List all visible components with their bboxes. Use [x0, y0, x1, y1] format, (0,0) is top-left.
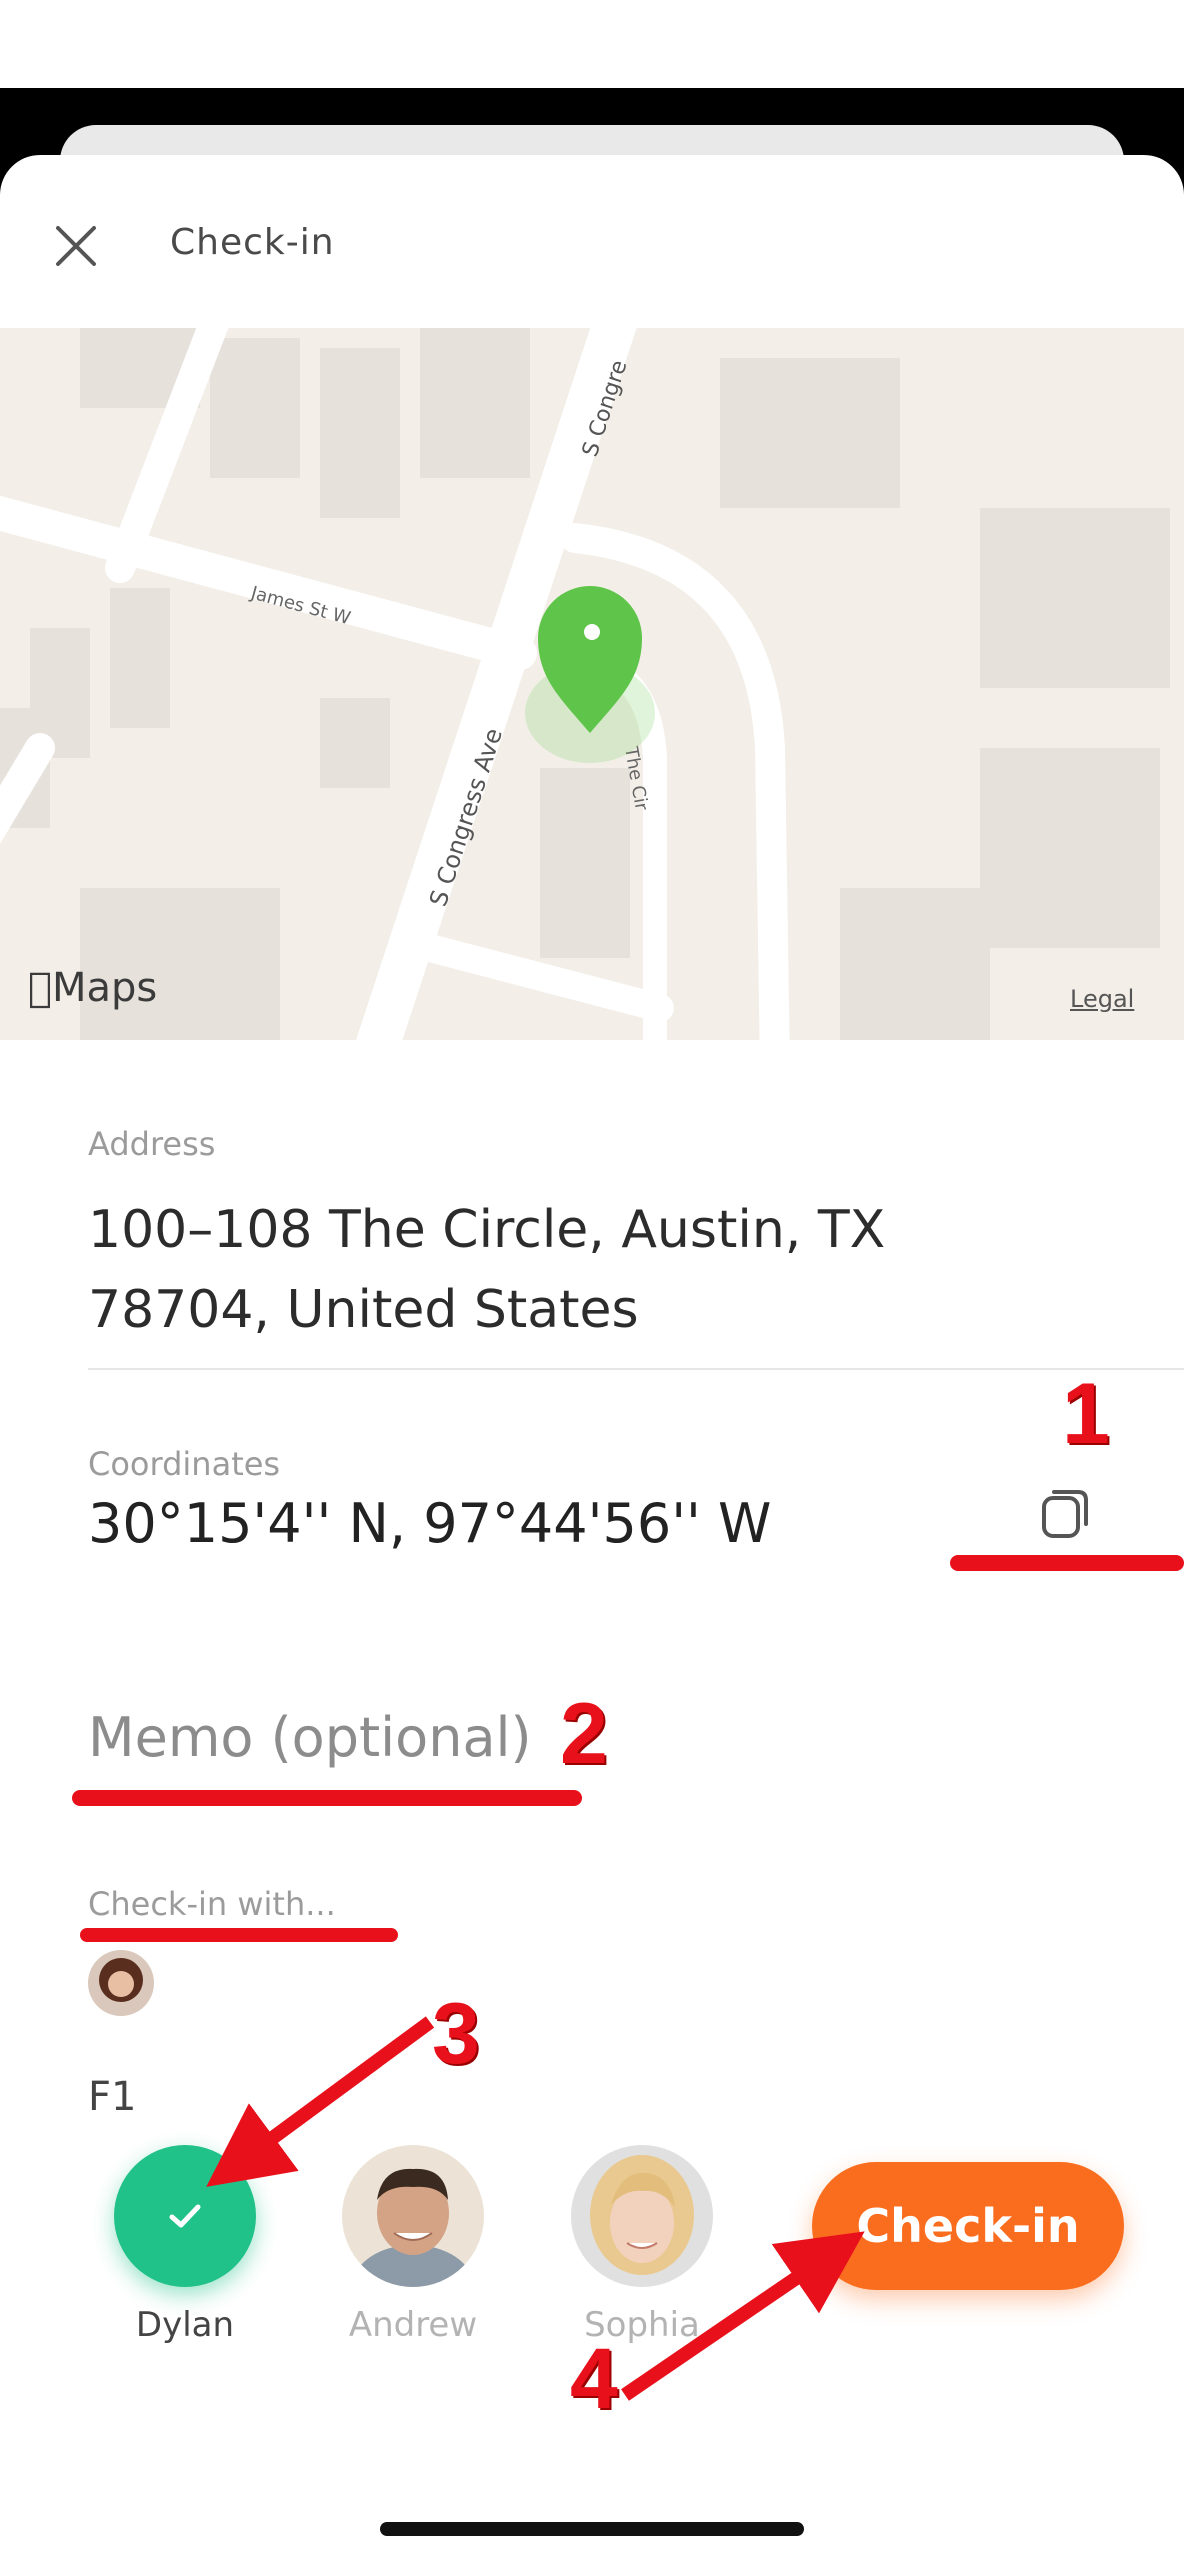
annotation-arrow-3 — [206, 2016, 435, 2187]
home-indicator[interactable] — [380, 2522, 804, 2536]
annotation-arrow-4 — [621, 2231, 865, 2401]
annotation-arrows — [206, 2016, 865, 2401]
